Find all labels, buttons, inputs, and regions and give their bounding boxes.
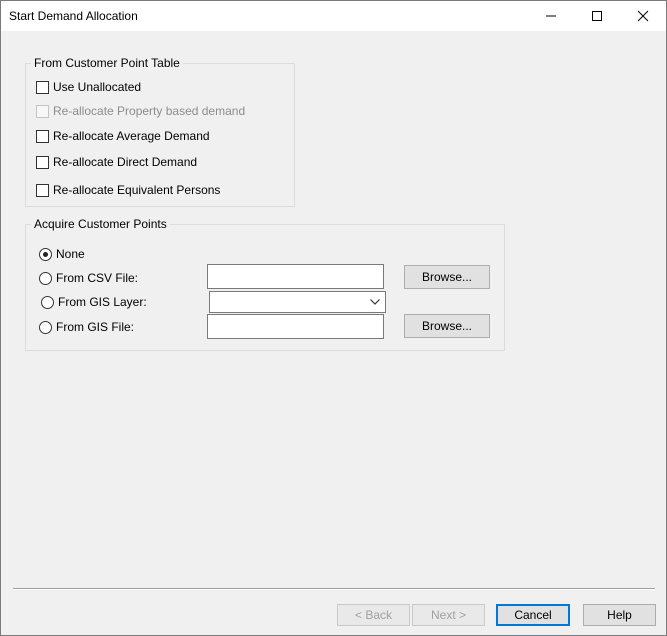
checkbox-box[interactable]	[36, 183, 49, 197]
back-label: < Back	[354, 608, 393, 622]
minimize-icon	[546, 15, 556, 17]
title-bar: Start Demand Allocation	[1, 1, 666, 31]
reallocate-equivalent-persons-checkbox[interactable]: Re-allocate Equivalent Persons	[36, 182, 220, 198]
radio-dot[interactable]	[39, 271, 52, 285]
radio-dot[interactable]	[39, 247, 52, 261]
cancel-label: Cancel	[514, 608, 552, 622]
maximize-icon	[592, 11, 602, 21]
checkbox-label: Re-allocate Property based demand	[53, 104, 246, 118]
radio-label: None	[56, 247, 85, 261]
reallocate-average-demand-checkbox[interactable]: Re-allocate Average Demand	[36, 128, 210, 144]
help-button[interactable]: Help	[583, 604, 656, 626]
gis-layer-select[interactable]	[209, 291, 386, 313]
customer-table-legend: From Customer Point Table	[31, 56, 183, 70]
radio-from-csv[interactable]: From CSV File:	[39, 270, 138, 286]
radio-none[interactable]: None	[39, 246, 85, 262]
chevron-down-icon[interactable]	[369, 295, 381, 309]
radio-dot[interactable]	[39, 320, 52, 334]
back-button[interactable]: < Back	[337, 604, 410, 626]
browse-gis-file-button[interactable]: Browse...	[404, 314, 490, 338]
footer-separator	[13, 588, 655, 590]
next-button[interactable]: Next >	[412, 604, 485, 626]
checkbox-box[interactable]	[36, 129, 49, 143]
checkbox-box[interactable]	[36, 80, 49, 94]
checkbox-label: Use Unallocated	[53, 80, 142, 94]
gis-file-input[interactable]	[207, 314, 384, 339]
acquire-legend: Acquire Customer Points	[31, 217, 170, 231]
reallocate-direct-demand-checkbox[interactable]: Re-allocate Direct Demand	[36, 154, 197, 170]
radio-label: From GIS File:	[56, 320, 135, 334]
checkbox-label: Re-allocate Direct Demand	[53, 155, 198, 169]
browse-csv-label: Browse...	[421, 270, 472, 284]
radio-from-gis-file[interactable]: From GIS File:	[39, 319, 134, 335]
checkbox-label: Re-allocate Average Demand	[53, 129, 210, 143]
radio-label: From GIS Layer:	[58, 295, 147, 309]
help-label: Help	[607, 608, 632, 622]
window-title: Start Demand Allocation	[9, 9, 138, 23]
reallocate-property-demand-checkbox: Re-allocate Property based demand	[36, 103, 245, 119]
close-button[interactable]	[620, 1, 666, 31]
maximize-button[interactable]	[574, 1, 620, 31]
radio-dot[interactable]	[41, 295, 54, 309]
close-icon	[637, 10, 649, 22]
radio-label: From CSV File:	[56, 271, 139, 285]
checkbox-box	[36, 104, 49, 118]
browse-gis-file-label: Browse...	[421, 319, 472, 333]
checkbox-box[interactable]	[36, 155, 49, 169]
dialog-window: Start Demand Allocation From Customer Po…	[0, 0, 667, 636]
use-unallocated-checkbox[interactable]: Use Unallocated	[36, 79, 141, 95]
csv-file-input[interactable]	[207, 264, 384, 289]
next-label: Next >	[430, 608, 466, 622]
browse-csv-button[interactable]: Browse...	[404, 265, 490, 289]
radio-from-gis-layer[interactable]: From GIS Layer:	[41, 294, 147, 310]
cancel-button[interactable]: Cancel	[496, 604, 570, 626]
minimize-button[interactable]	[528, 1, 574, 31]
checkbox-label: Re-allocate Equivalent Persons	[53, 183, 221, 197]
